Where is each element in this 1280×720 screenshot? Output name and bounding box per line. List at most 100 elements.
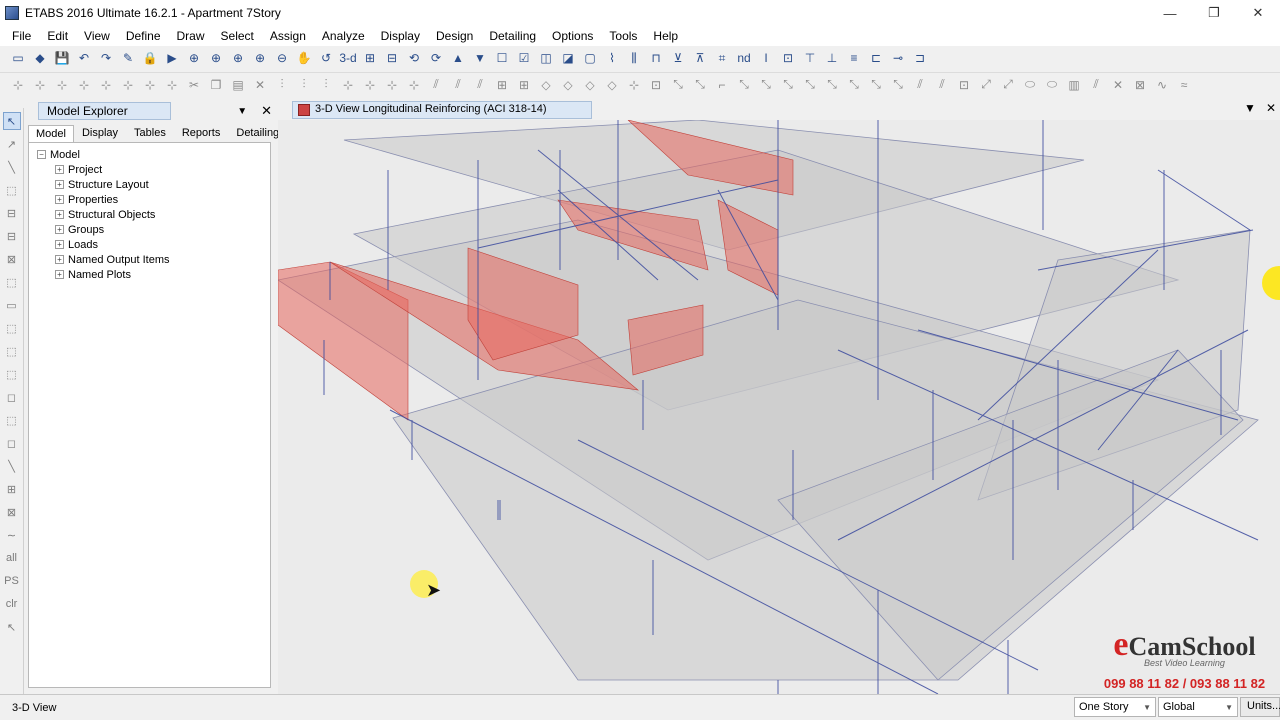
toolbar1-tool-5-icon[interactable]: ✎ bbox=[118, 48, 138, 68]
toolbar2-tool-3-icon[interactable]: ⊹ bbox=[74, 75, 94, 95]
toolbar1-tool-8-icon[interactable]: ⊕ bbox=[184, 48, 204, 68]
view-close-icon[interactable]: ✕ bbox=[1266, 101, 1276, 115]
expand-icon[interactable]: + bbox=[55, 255, 64, 264]
toolbar1-tool-35-icon[interactable]: ⊡ bbox=[778, 48, 798, 68]
toolbar1-tool-21-icon[interactable]: ▼ bbox=[470, 48, 490, 68]
toolbar2-tool-30-icon[interactable]: ⤡ bbox=[668, 75, 688, 95]
toolbar1-tool-41-icon[interactable]: ⊐ bbox=[910, 48, 930, 68]
toolbar1-tool-19-icon[interactable]: ⟳ bbox=[426, 48, 446, 68]
toolbar2-tool-0-icon[interactable]: ⊹ bbox=[8, 75, 28, 95]
toolbar2-tool-35-icon[interactable]: ⤡ bbox=[778, 75, 798, 95]
left-tool-21-icon[interactable]: clr bbox=[3, 595, 21, 613]
tree-root[interactable]: − Model bbox=[37, 147, 270, 162]
toolbar2-tool-18-icon[interactable]: ⊹ bbox=[404, 75, 424, 95]
toolbar2-tool-31-icon[interactable]: ⤡ bbox=[690, 75, 710, 95]
left-tool-9-icon[interactable]: ⬚ bbox=[3, 319, 21, 337]
toolbar1-tool-6-icon[interactable]: 🔒 bbox=[140, 48, 160, 68]
toolbar1-tool-14-icon[interactable]: ↺ bbox=[316, 48, 336, 68]
toolbar1-tool-30-icon[interactable]: ⊻ bbox=[668, 48, 688, 68]
toolbar1-tool-25-icon[interactable]: ◪ bbox=[558, 48, 578, 68]
toolbar1-tool-13-icon[interactable]: ✋ bbox=[294, 48, 314, 68]
units-button[interactable]: Units... bbox=[1240, 697, 1280, 717]
toolbar2-tool-27-icon[interactable]: ◇ bbox=[602, 75, 622, 95]
toolbar2-tool-38-icon[interactable]: ⤡ bbox=[844, 75, 864, 95]
toolbar2-tool-5-icon[interactable]: ⊹ bbox=[118, 75, 138, 95]
pin-dropdown-icon[interactable]: ▼ bbox=[237, 106, 247, 117]
toolbar2-tool-9-icon[interactable]: ❐ bbox=[206, 75, 226, 95]
menu-assign[interactable]: Assign bbox=[262, 29, 314, 43]
left-tool-6-icon[interactable]: ⊠ bbox=[3, 250, 21, 268]
restore-button[interactable]: ❐ bbox=[1192, 0, 1236, 26]
3d-model-canvas[interactable] bbox=[278, 120, 1280, 694]
toolbar1-tool-39-icon[interactable]: ⊏ bbox=[866, 48, 886, 68]
toolbar1-tool-27-icon[interactable]: ⌇ bbox=[602, 48, 622, 68]
left-tool-0-icon[interactable]: ↖ bbox=[2, 112, 21, 130]
tab-tables[interactable]: Tables bbox=[126, 124, 174, 142]
toolbar1-tool-9-icon[interactable]: ⊕ bbox=[206, 48, 226, 68]
toolbar2-tool-24-icon[interactable]: ◇ bbox=[536, 75, 556, 95]
left-tool-5-icon[interactable]: ⊟ bbox=[3, 227, 21, 245]
toolbar1-tool-4-icon[interactable]: ↷ bbox=[96, 48, 116, 68]
expand-icon[interactable]: + bbox=[55, 165, 64, 174]
toolbar2-tool-15-icon[interactable]: ⊹ bbox=[338, 75, 358, 95]
toolbar2-tool-48-icon[interactable]: ▥ bbox=[1064, 75, 1084, 95]
toolbar1-tool-23-icon[interactable]: ☑ bbox=[514, 48, 534, 68]
toolbar2-tool-12-icon[interactable]: ⫶ bbox=[272, 75, 292, 95]
toolbar2-tool-40-icon[interactable]: ⤡ bbox=[888, 75, 908, 95]
left-tool-19-icon[interactable]: all bbox=[3, 549, 21, 567]
menu-define[interactable]: Define bbox=[118, 29, 169, 43]
tree-item-structural-objects[interactable]: + Structural Objects bbox=[37, 207, 270, 222]
toolbar2-tool-17-icon[interactable]: ⊹ bbox=[382, 75, 402, 95]
toolbar2-tool-21-icon[interactable]: ⫽ bbox=[470, 75, 490, 95]
toolbar2-tool-47-icon[interactable]: ⬭ bbox=[1042, 75, 1062, 95]
toolbar2-tool-19-icon[interactable]: ⫽ bbox=[426, 75, 446, 95]
left-tool-4-icon[interactable]: ⊟ bbox=[3, 204, 21, 222]
left-tool-18-icon[interactable]: ∼ bbox=[3, 526, 21, 544]
toolbar2-tool-42-icon[interactable]: ⫽ bbox=[932, 75, 952, 95]
close-button[interactable]: ✕ bbox=[1236, 0, 1280, 26]
coord-system-select[interactable]: Global ▼ bbox=[1158, 697, 1238, 717]
left-tool-11-icon[interactable]: ⬚ bbox=[3, 365, 21, 383]
toolbar2-tool-11-icon[interactable]: ✕ bbox=[250, 75, 270, 95]
toolbar2-tool-28-icon[interactable]: ⊹ bbox=[624, 75, 644, 95]
toolbar2-tool-44-icon[interactable]: ⤢ bbox=[976, 75, 996, 95]
toolbar2-tool-37-icon[interactable]: ⤡ bbox=[822, 75, 842, 95]
toolbar1-tool-28-icon[interactable]: ⫼ bbox=[624, 48, 644, 68]
menu-tools[interactable]: Tools bbox=[601, 29, 645, 43]
toolbar2-tool-36-icon[interactable]: ⤡ bbox=[800, 75, 820, 95]
left-tool-7-icon[interactable]: ⬚ bbox=[3, 273, 21, 291]
left-tool-1-icon[interactable]: ↗ bbox=[3, 135, 21, 153]
toolbar1-tool-0-icon[interactable]: ▭ bbox=[8, 48, 28, 68]
left-tool-3-icon[interactable]: ⬚ bbox=[3, 181, 21, 199]
toolbar2-tool-7-icon[interactable]: ⊹ bbox=[162, 75, 182, 95]
toolbar1-tool-10-icon[interactable]: ⊕ bbox=[228, 48, 248, 68]
menu-draw[interactable]: Draw bbox=[169, 29, 213, 43]
toolbar2-tool-10-icon[interactable]: ▤ bbox=[228, 75, 248, 95]
toolbar1-tool-3-icon[interactable]: ↶ bbox=[74, 48, 94, 68]
toolbar2-tool-20-icon[interactable]: ⫽ bbox=[448, 75, 468, 95]
expand-icon[interactable]: + bbox=[55, 270, 64, 279]
toolbar1-tool-20-icon[interactable]: ▲ bbox=[448, 48, 468, 68]
tab-model[interactable]: Model bbox=[28, 125, 74, 142]
tree-item-named-output-items[interactable]: + Named Output Items bbox=[37, 252, 270, 267]
toolbar2-tool-23-icon[interactable]: ⊞ bbox=[514, 75, 534, 95]
toolbar2-tool-29-icon[interactable]: ⊡ bbox=[646, 75, 666, 95]
toolbar1-tool-32-icon[interactable]: ⌗ bbox=[712, 48, 732, 68]
menu-select[interactable]: Select bbox=[213, 29, 262, 43]
collapse-icon[interactable]: − bbox=[37, 150, 46, 159]
toolbar2-tool-14-icon[interactable]: ⫶ bbox=[316, 75, 336, 95]
toolbar2-tool-1-icon[interactable]: ⊹ bbox=[30, 75, 50, 95]
toolbar1-tool-2-icon[interactable]: 💾 bbox=[52, 48, 72, 68]
toolbar1-tool-12-icon[interactable]: ⊖ bbox=[272, 48, 292, 68]
left-tool-2-icon[interactable]: ╲ bbox=[3, 158, 21, 176]
view-dropdown-icon[interactable]: ▼ bbox=[1244, 101, 1256, 115]
toolbar2-tool-34-icon[interactable]: ⤡ bbox=[756, 75, 776, 95]
toolbar1-tool-15-icon[interactable]: 3-d bbox=[338, 48, 358, 68]
toolbar2-tool-22-icon[interactable]: ⊞ bbox=[492, 75, 512, 95]
explorer-close-icon[interactable]: ✕ bbox=[261, 103, 272, 119]
left-tool-10-icon[interactable]: ⬚ bbox=[3, 342, 21, 360]
story-select[interactable]: One Story ▼ bbox=[1074, 697, 1156, 717]
tree-item-groups[interactable]: + Groups bbox=[37, 222, 270, 237]
toolbar1-tool-11-icon[interactable]: ⊕ bbox=[250, 48, 270, 68]
toolbar2-tool-32-icon[interactable]: ⌐ bbox=[712, 75, 732, 95]
